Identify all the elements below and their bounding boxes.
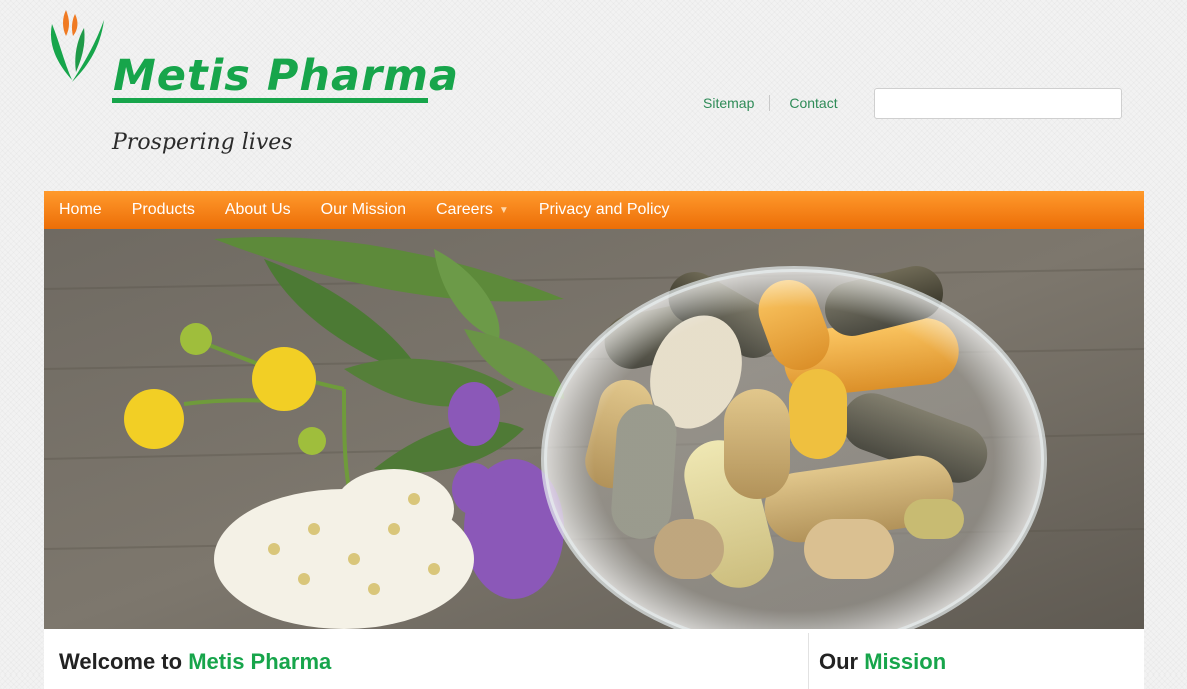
caret-down-icon: ▼	[498, 204, 509, 216]
sitemap-link[interactable]: Sitemap	[703, 95, 754, 111]
content-area: Welcome to Metis Pharma Our Mission	[44, 629, 1144, 689]
leaf-logo-icon	[50, 10, 104, 82]
brand-underline	[112, 98, 428, 103]
herbal-capsules-bowl-image	[44, 229, 1144, 629]
nav-item-our-mission[interactable]: Our Mission	[306, 191, 421, 229]
nav-item-privacy-policy[interactable]: Privacy and Policy	[524, 191, 685, 229]
top-links: Sitemap Contact	[703, 95, 838, 111]
search-input[interactable]	[874, 88, 1122, 119]
nav-item-products[interactable]: Products	[117, 191, 210, 229]
welcome-heading: Welcome to Metis Pharma	[59, 649, 332, 674]
column-divider	[808, 633, 809, 689]
mission-heading: Our Mission	[819, 649, 947, 674]
nav-item-about-us[interactable]: About Us	[210, 191, 306, 229]
hero-banner	[44, 229, 1144, 629]
contact-link[interactable]: Contact	[789, 95, 837, 111]
brand-name[interactable]: Metis Pharma	[113, 52, 459, 100]
tagline: Prospering lives	[112, 130, 293, 155]
nav-item-home[interactable]: Home	[44, 191, 117, 229]
nav-item-careers[interactable]: Careers ▼	[421, 191, 524, 229]
link-separator	[769, 95, 771, 111]
main-nav: Home Products About Us Our Mission Caree…	[44, 191, 1144, 229]
